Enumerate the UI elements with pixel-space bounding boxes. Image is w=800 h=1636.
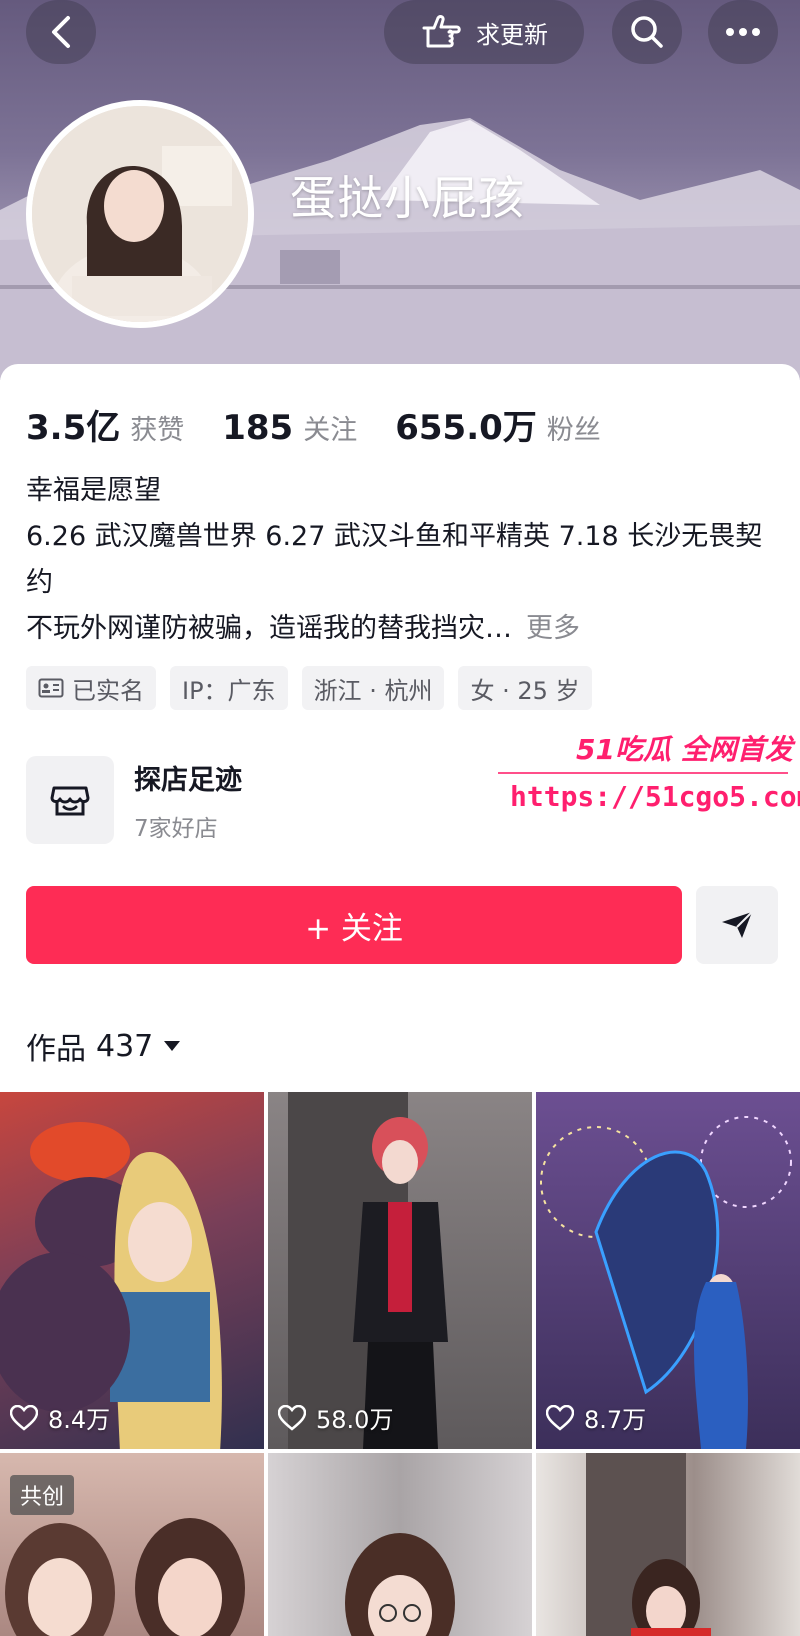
profile-header: 求更新 蛋挞小屁孩	[0, 0, 800, 380]
video-thumbnail[interactable]: 共创	[0, 1453, 264, 1636]
heart-icon	[278, 1404, 306, 1431]
bio-line-text: 不玩外网谨防被骗，造谣我的替我挡灾…	[26, 613, 512, 644]
watermark-url: https://51cgo5.com	[510, 780, 800, 813]
tag-label: IP：广东	[182, 676, 276, 705]
id-card-icon	[38, 678, 64, 698]
likes-count: 3.5亿	[26, 408, 121, 448]
caret-down-icon	[164, 1041, 181, 1051]
tag-label: 浙江 · 杭州	[313, 676, 433, 705]
request-update-button[interactable]: 求更新	[384, 0, 584, 64]
profile-card: 3.5亿 获赞 185 关注 655.0万 粉丝 幸福是愿望 6.26 武汉魔兽…	[0, 364, 800, 1636]
heart-icon	[10, 1404, 38, 1431]
video-thumbnail[interactable]: 58.0万	[268, 1092, 532, 1449]
shop-visits-title: 探店足迹	[134, 764, 242, 796]
co-create-badge: 共创	[10, 1475, 75, 1515]
avatar[interactable]	[26, 100, 254, 328]
thumbnail-image	[345, 1533, 455, 1636]
search-icon	[631, 16, 663, 48]
thumbnail-image	[586, 1453, 711, 1636]
works-label: 作品	[26, 1032, 86, 1067]
tag-location: 浙江 · 杭州	[301, 666, 445, 710]
followers-label[interactable]: 粉丝	[547, 408, 601, 447]
likes-label: 获赞	[130, 415, 185, 446]
back-button[interactable]	[26, 0, 96, 64]
profile-stats: 3.5亿 获赞 185 关注 655.0万 粉丝	[26, 400, 639, 449]
tag-ip: IP：广东	[170, 666, 288, 710]
following-label[interactable]: 关注	[303, 408, 357, 447]
video-thumbnail[interactable]	[268, 1453, 532, 1636]
more-options-button[interactable]	[708, 0, 778, 64]
video-thumbnail[interactable]: 8.4万	[0, 1092, 264, 1449]
followers-count[interactable]: 655.0万	[395, 400, 537, 449]
shop-visits-subtitle: 7家好店	[134, 815, 218, 842]
shop-icon-box	[26, 756, 114, 844]
profile-page: 求更新 蛋挞小屁孩 3.5亿 获赞 185 关注 655.0万 粉丝 幸福是愿望…	[0, 0, 800, 1636]
bio-line: 不玩外网谨防被骗，造谣我的替我挡灾… 更多	[26, 606, 776, 652]
bio: 幸福是愿望 6.26 武汉魔兽世界 6.27 武汉斗鱼和平精英 7.18 长沙无…	[26, 468, 776, 652]
video-likes: 8.7万	[546, 1400, 646, 1435]
video-thumbnail[interactable]: 8.7万	[536, 1092, 800, 1449]
bio-line: 幸福是愿望	[26, 475, 161, 506]
avatar-image	[32, 106, 248, 322]
follow-button[interactable]: + 关注	[26, 886, 682, 964]
video-thumbnail[interactable]	[536, 1453, 800, 1636]
works-count: 437	[96, 1028, 154, 1064]
thumbnail-image	[540, 1116, 792, 1449]
chevron-left-icon	[52, 16, 70, 48]
thumbnail-image	[0, 1122, 222, 1449]
likes-count: 8.7万	[584, 1406, 647, 1434]
watermark-brand: 51吃瓜 全网首发	[576, 733, 793, 766]
thumbnail-image	[288, 1092, 448, 1449]
username: 蛋挞小屁孩	[290, 171, 525, 225]
bio-more-link[interactable]: 更多	[526, 613, 580, 644]
watermark-line	[498, 772, 788, 774]
video-likes: 58.0万	[278, 1400, 393, 1435]
likes-count: 8.4万	[48, 1406, 111, 1434]
tag-gender-age: 女 · 25 岁	[458, 666, 592, 710]
pointing-hand-icon	[422, 15, 461, 48]
search-button[interactable]	[612, 0, 682, 64]
video-likes: 8.4万	[10, 1400, 110, 1435]
likes-count: 58.0万	[316, 1406, 394, 1434]
profile-tags: 已实名 IP：广东 浙江 · 杭州 女 · 25 岁	[26, 666, 592, 710]
works-tab[interactable]: 作品 437	[26, 1024, 181, 1068]
tag-label: 已实名	[72, 676, 144, 705]
watermark: 51吃瓜 全网首发 https://51cgo5.com	[498, 724, 800, 824]
tag-label: 女 · 25 岁	[470, 676, 580, 705]
following-count[interactable]: 185	[222, 408, 293, 448]
ellipsis-icon	[726, 28, 760, 36]
request-update-label: 求更新	[476, 20, 548, 49]
shop-visits-text: 探店足迹 7家好店	[134, 758, 242, 843]
send-icon	[722, 911, 753, 938]
bio-line: 6.26 武汉魔兽世界 6.27 武汉斗鱼和平精英 7.18 长沙无畏契约	[26, 521, 763, 598]
tag-verified: 已实名	[26, 666, 156, 710]
store-icon	[50, 786, 90, 816]
heart-icon	[546, 1404, 574, 1431]
shop-visits-entry[interactable]: 探店足迹 7家好店	[26, 756, 242, 844]
send-message-button[interactable]	[696, 886, 778, 964]
